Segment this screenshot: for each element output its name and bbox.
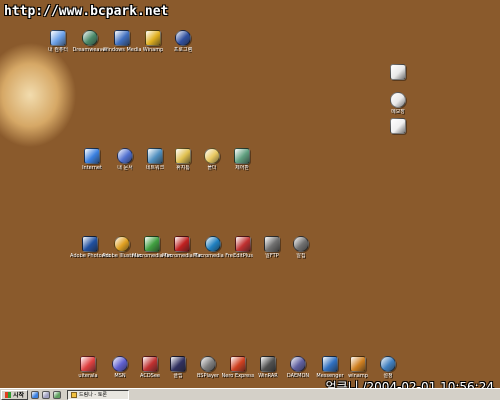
desktop-shortcut-label: uiterala [78, 373, 98, 379]
desktop-shortcut[interactable]: Macromedia Freehand [193, 236, 233, 259]
desktop-shortcut[interactable]: 폴더 [195, 148, 229, 171]
desktop-shortcut-label: 휴지통 [176, 165, 190, 171]
desktop-shortcut[interactable]: winamp [341, 356, 375, 379]
messenger-icon [322, 356, 338, 372]
clip-icon [170, 356, 186, 372]
windows-flag-icon [5, 391, 11, 398]
editplus-icon [235, 236, 251, 252]
dreamweaver-icon [82, 30, 98, 46]
winamp2-icon [350, 356, 366, 372]
desktop-shortcut-label: 네트워크 [145, 165, 165, 171]
desktop-shortcut[interactable]: 내 문서 [108, 148, 142, 171]
desktop-shortcut[interactable]: 제어판 [225, 148, 259, 171]
desktop-shortcut[interactable]: MSN [103, 356, 137, 379]
desktop-shortcut-label: 제어판 [235, 165, 249, 171]
desktop-shortcut[interactable]: 설정 [371, 356, 405, 379]
desktop-shortcut[interactable] [381, 118, 415, 134]
desktop-shortcut-label: Winamp [142, 47, 164, 53]
taskbar-button-active[interactable]: 드림나 - 토론 [67, 389, 130, 400]
settings-icon [380, 356, 396, 372]
task-window-icon [71, 391, 78, 398]
desktop-shortcut[interactable]: 내 컴퓨터 [41, 30, 75, 53]
desktop-shortcut-label: WinRAR [258, 373, 278, 379]
task-label: 드림나 - 토론 [79, 392, 108, 398]
daemon-icon [290, 356, 306, 372]
desktop-shortcut-label: 메모장 [391, 109, 405, 115]
freehand-icon [205, 236, 221, 252]
acdsee-icon [142, 356, 158, 372]
notepad-icon [390, 92, 406, 108]
start-button[interactable]: 시작 [1, 389, 29, 400]
my-computer-icon [50, 30, 66, 46]
desktop-shortcut[interactable]: Internet [75, 148, 109, 171]
app-icon-1 [80, 356, 96, 372]
desktop-shortcut-label: Nero Express [221, 373, 255, 379]
bsplayer-icon [200, 356, 216, 372]
desktop-shortcut[interactable]: 메모장 [381, 92, 415, 115]
desktop-shortcut-label: 클립 [173, 373, 183, 379]
desktop-shortcut-label: 알FTP [265, 253, 279, 259]
desktop-quicklaunch-icon[interactable] [42, 390, 51, 399]
desktop-shortcut[interactable] [381, 64, 415, 80]
desktop-shortcut[interactable]: 프로그램 [166, 30, 200, 53]
datetime-overlay: 얼큰니 /2004-02-01 10:56:24 [325, 380, 494, 388]
desktop-shortcut-label: EditPlus [233, 253, 253, 259]
watermark-url: http://www.bcpark.net [4, 4, 169, 19]
desktop-shortcut-label: 폴더 [207, 165, 217, 171]
start-label: 시작 [13, 392, 25, 399]
desktop-shortcut[interactable]: uiterala [71, 356, 105, 379]
flash-icon [174, 236, 190, 252]
desktop-shortcut-label: MSN [114, 373, 126, 379]
desktop-shortcut-label: 알집 [296, 253, 306, 259]
desktop-shortcut[interactable]: WinRAR [251, 356, 285, 379]
text-file-icon [390, 118, 406, 134]
media-player-icon [114, 30, 130, 46]
nero-icon [230, 356, 246, 372]
winrar-icon [260, 356, 276, 372]
desktop-shortcut[interactable]: 알집 [284, 236, 318, 259]
documents-icon [117, 148, 133, 164]
internet-icon [84, 148, 100, 164]
desktop-shortcut-label: 프로그램 [173, 47, 193, 53]
illustrator-icon [114, 236, 130, 252]
fireworks-icon [144, 236, 160, 252]
folder-icon [204, 148, 220, 164]
ie-quicklaunch-icon[interactable] [31, 390, 40, 399]
network-icon [147, 148, 163, 164]
msn-icon [112, 356, 128, 372]
desktop-shortcut-label: 내 컴퓨터 [48, 47, 68, 53]
desktop-shortcut[interactable]: Winamp [136, 30, 170, 53]
desktop-shortcut[interactable]: DAEMON [281, 356, 315, 379]
control-panel-icon [234, 148, 250, 164]
desktop-shortcut-label: ACDSee [140, 373, 160, 379]
program-icon [175, 30, 191, 46]
desktop-shortcut-label: 내 문서 [117, 165, 133, 171]
media-quicklaunch-icon[interactable] [53, 390, 62, 399]
desktop-shortcut-label: BSPlayer [196, 373, 220, 379]
alzip-icon [293, 236, 309, 252]
ftp-icon [264, 236, 280, 252]
desktop-shortcut[interactable]: Nero Express [221, 356, 255, 379]
desktop-shortcut-label: Internet [82, 165, 102, 171]
desktop-shortcut[interactable]: BSPlayer [191, 356, 225, 379]
winamp-icon [145, 30, 161, 46]
desktop-shortcut-label: DAEMON [286, 373, 310, 379]
taskbar: 시작 드림나 - 토론 [0, 388, 500, 400]
photoshop-icon [82, 236, 98, 252]
desktop-shortcut[interactable]: Windows Media [103, 30, 141, 53]
disk-icon [390, 64, 406, 80]
desktop-shortcut[interactable]: 클립 [161, 356, 195, 379]
desktop-wallpaper: http://www.bcpark.net 내 컴퓨터 Dreamweaver Wi… [0, 0, 500, 388]
recycle-bin-icon [175, 148, 191, 164]
